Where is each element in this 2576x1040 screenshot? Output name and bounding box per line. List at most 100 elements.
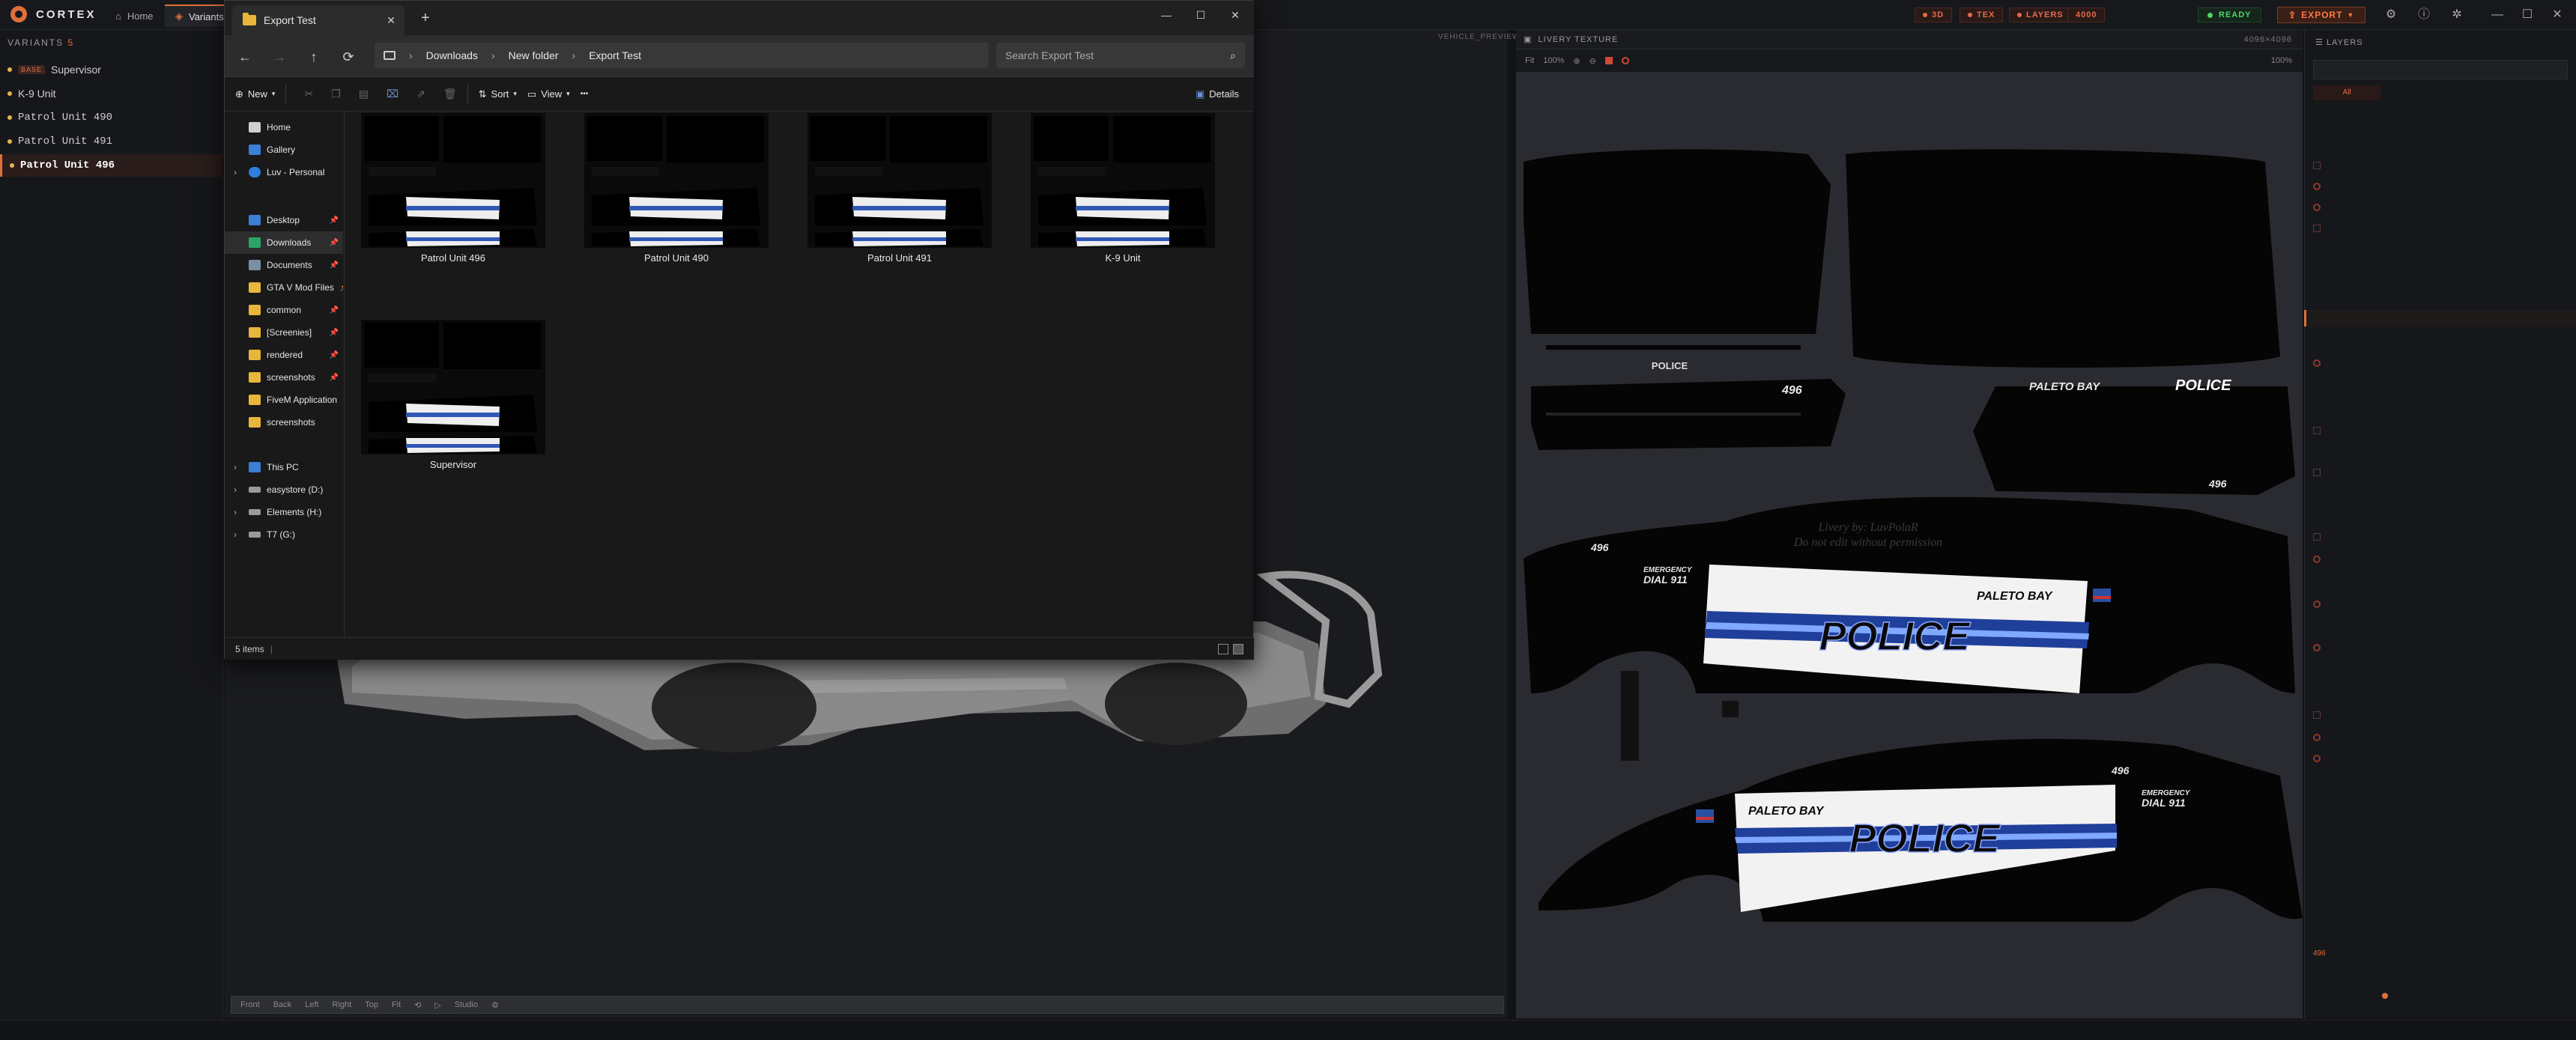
chevron-right-icon[interactable]: › (234, 507, 237, 517)
zoom-100-button[interactable]: 100% (1543, 56, 1564, 65)
reset-icon[interactable]: ⟲ (414, 1000, 421, 1010)
texture-canvas[interactable]: POLICE 496 PALETO BAY POLICE 496 POLICE … (1516, 72, 2303, 1018)
chevron-right-icon[interactable]: › (234, 167, 237, 177)
file-tile-supervisor[interactable]: Supervisor (352, 320, 554, 470)
maximize-icon[interactable]: ☐ (2520, 7, 2535, 22)
layer-row[interactable] (2313, 597, 2568, 611)
target-icon[interactable] (1621, 57, 1629, 64)
layer-row[interactable] (2313, 752, 2568, 765)
layer-row[interactable] (2313, 201, 2568, 214)
play-icon[interactable]: ▷ (434, 1000, 440, 1010)
breadcrumb[interactable]: › Downloads › New folder › Export Test (375, 43, 989, 68)
file-tile-patrol-490[interactable]: Patrol Unit 490 (575, 113, 778, 264)
record-icon[interactable] (1604, 57, 1613, 64)
layer-row[interactable] (2313, 180, 2568, 193)
maximize-icon[interactable]: ☐ (1184, 4, 1218, 26)
layer-row[interactable] (2313, 466, 2568, 479)
close-tab-icon[interactable]: ✕ (387, 14, 396, 27)
details-button[interactable]: ▣ Details (1195, 88, 1239, 100)
details-view-icon[interactable] (1218, 643, 1228, 654)
settings-icon[interactable]: ⚙ (491, 1000, 499, 1010)
toggle-layers[interactable]: LAYERS (2009, 7, 2072, 22)
view-right-button[interactable]: Right (333, 1000, 352, 1009)
toggle-3d[interactable]: 3D (1915, 7, 1953, 22)
nav-item-drive-h[interactable]: › Elements (H:) (225, 501, 343, 523)
back-icon[interactable]: ← (234, 46, 256, 68)
cut-button[interactable]: ✂ (297, 88, 313, 100)
layer-row[interactable] (2313, 159, 2568, 172)
copy-button[interactable]: ❐ (324, 88, 341, 100)
slider-handle[interactable] (2382, 993, 2388, 999)
minimize-icon[interactable]: — (1149, 4, 1184, 26)
share-button[interactable]: ⇗ (409, 88, 425, 100)
tiles-view-icon[interactable] (1233, 643, 1243, 654)
nav-item-onedrive[interactable]: › Luv - Personal (225, 161, 343, 183)
nav-item-downloads[interactable]: Downloads 📌 (225, 231, 343, 254)
nav-item-gta-mod-files[interactable]: GTA V Mod Files 📌 (225, 276, 343, 299)
sort-button[interactable]: ⇅ Sort ▾ (479, 88, 517, 100)
chevron-right-icon[interactable]: › (234, 484, 237, 495)
explorer-search-input[interactable]: Search Export Test ⌕ (996, 43, 1245, 68)
more-options-button[interactable]: ••• (581, 90, 589, 98)
file-tile-k9-unit[interactable]: K-9 Unit (1022, 113, 1224, 264)
explorer-tab[interactable]: Export Test ✕ (232, 5, 404, 35)
delete-button[interactable]: 🗑 (436, 88, 457, 100)
layer-row[interactable] (2313, 553, 2568, 566)
chevron-right-icon[interactable]: › (234, 462, 237, 472)
layer-row[interactable] (2313, 731, 2568, 744)
layers-search-input[interactable] (2313, 60, 2568, 79)
tab-home[interactable]: ⌂ Home (105, 4, 164, 27)
nav-item-fivem[interactable]: FiveM Application 📌 (225, 389, 343, 411)
layers-filter-all[interactable]: All (2313, 85, 2380, 100)
minimize-icon[interactable]: — (2490, 7, 2505, 22)
nav-item-drive-g[interactable]: › T7 (G:) (225, 523, 343, 546)
view-button[interactable]: ▭ View ▾ (527, 88, 570, 100)
breadcrumb-new-folder[interactable]: New folder (509, 49, 559, 61)
settings-sliders-icon[interactable]: ⚙ (2383, 7, 2398, 22)
close-icon[interactable]: ✕ (1218, 4, 1252, 26)
view-back-button[interactable]: Back (273, 1000, 291, 1009)
layer-row[interactable] (2313, 641, 2568, 654)
nav-item-home[interactable]: Home (225, 116, 343, 139)
view-fit-button[interactable]: Fit (392, 1000, 401, 1009)
studio-button[interactable]: Studio (455, 1000, 478, 1009)
variant-item-supervisor[interactable]: BASE Supervisor (0, 58, 223, 81)
view-top-button[interactable]: Top (365, 1000, 378, 1009)
layer-row[interactable] (2313, 424, 2568, 437)
breadcrumb-export-test[interactable]: Export Test (589, 49, 641, 61)
nav-item-screenshots[interactable]: screenshots 📌 (225, 366, 343, 389)
zoom-out-icon[interactable]: ⊖ (1589, 56, 1596, 66)
layer-row-selected[interactable] (2304, 310, 2576, 326)
view-front-button[interactable]: Front (240, 1000, 260, 1009)
toggle-tex[interactable]: TEX (1960, 7, 2004, 22)
nav-item-screenshots-2[interactable]: screenshots (225, 411, 343, 434)
layer-row[interactable] (2313, 530, 2568, 544)
layer-row[interactable] (2313, 708, 2568, 722)
nav-item-common[interactable]: common 📌 (225, 299, 343, 321)
view-left-button[interactable]: Left (305, 1000, 318, 1009)
zoom-in-icon[interactable]: ⊕ (1573, 56, 1580, 66)
breadcrumb-downloads[interactable]: Downloads (426, 49, 478, 61)
resolution-badge[interactable]: 4000 (2067, 7, 2106, 22)
forward-icon[interactable]: → (268, 46, 291, 68)
layer-row[interactable] (2313, 356, 2568, 370)
nav-item-this-pc[interactable]: › This PC (225, 456, 343, 478)
refresh-icon[interactable]: ⟳ (337, 46, 360, 68)
file-tile-patrol-491[interactable]: Patrol Unit 491 (798, 113, 1001, 264)
export-button[interactable]: ⇪ EXPORT ▼ (2277, 7, 2366, 23)
file-tile-patrol-496[interactable]: Patrol Unit 496 (352, 113, 554, 264)
up-icon[interactable]: ↑ (303, 46, 325, 68)
layer-row[interactable] (2313, 222, 2568, 235)
info-icon[interactable]: ⓘ (2416, 7, 2431, 22)
variant-item-k9[interactable]: K-9 Unit (0, 82, 223, 105)
chevron-right-icon[interactable]: › (234, 529, 237, 540)
close-icon[interactable]: ✕ (2550, 7, 2565, 22)
nav-item-screenies[interactable]: [Screenies] 📌 (225, 321, 343, 344)
nav-item-desktop[interactable]: Desktop 📌 (225, 209, 343, 231)
nav-item-rendered[interactable]: rendered 📌 (225, 344, 343, 366)
fit-button[interactable]: Fit (1525, 56, 1534, 65)
nav-item-documents[interactable]: Documents 📌 (225, 254, 343, 276)
variant-item-490[interactable]: Patrol Unit 490 (0, 106, 223, 129)
new-button[interactable]: ⊕ New ▾ (235, 88, 275, 100)
gear-icon[interactable]: ✲ (2449, 7, 2464, 22)
